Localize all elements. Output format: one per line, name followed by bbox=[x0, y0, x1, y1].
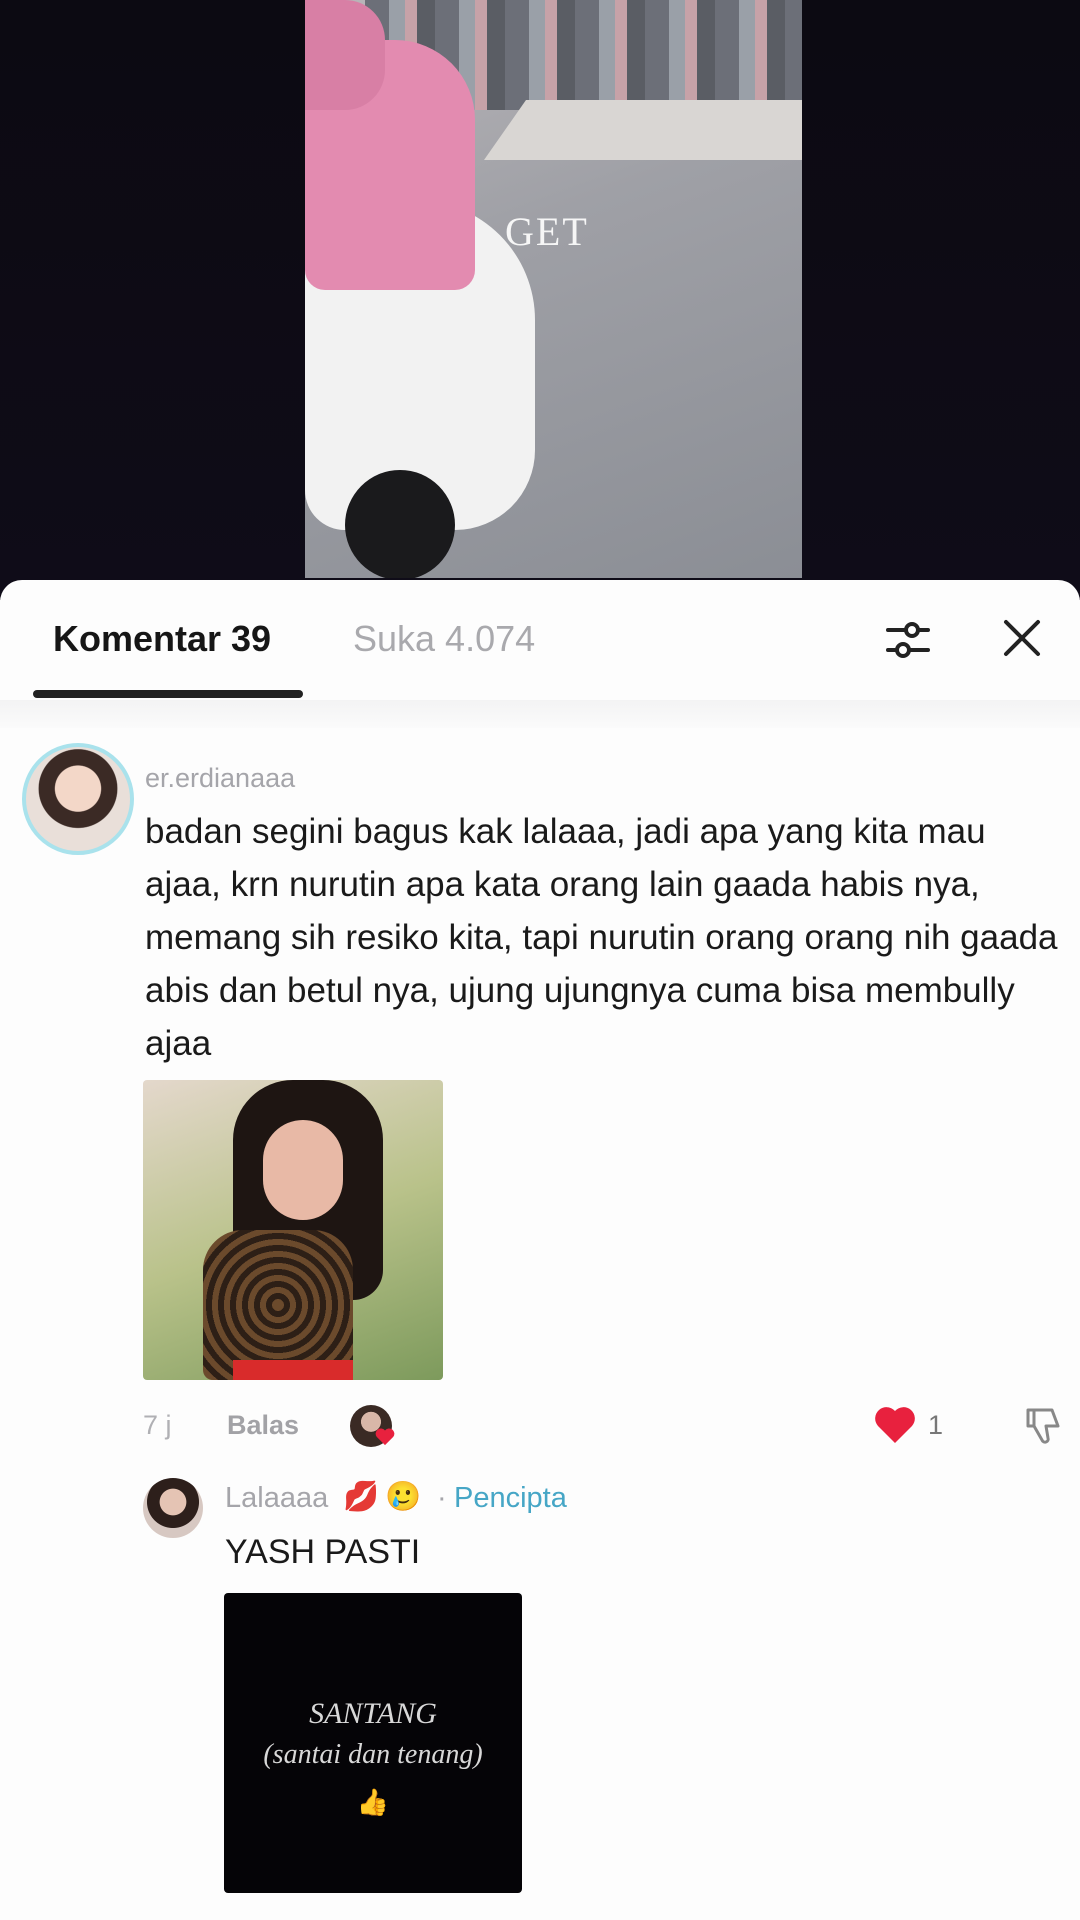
comment-time: 7 j bbox=[143, 1410, 172, 1440]
tab-comments[interactable]: Komentar 39 bbox=[53, 618, 271, 660]
video-overlay-text: GET bbox=[505, 209, 589, 254]
like-count: 1 bbox=[928, 1410, 944, 1440]
creator-heart-icon bbox=[375, 1428, 395, 1446]
reply-text: YASH PASTI bbox=[225, 1533, 421, 1571]
comment-username[interactable]: er.erdianaaa bbox=[145, 763, 295, 794]
comment-image[interactable] bbox=[143, 1080, 443, 1380]
comment-text: badan segini bagus kak lalaaa, jadi apa … bbox=[145, 812, 1058, 1063]
reply-separator: · bbox=[437, 1482, 447, 1514]
reply-image[interactable]: SANTANG (santai dan tenang) 👍 bbox=[224, 1593, 522, 1893]
filter-icon[interactable] bbox=[886, 616, 930, 664]
avatar[interactable] bbox=[22, 743, 134, 855]
reply-emoji-tear: 🥲 bbox=[385, 1481, 422, 1513]
image-dress bbox=[203, 1230, 353, 1380]
reply-button[interactable]: Balas bbox=[227, 1410, 299, 1441]
creator-badge: Pencipta bbox=[454, 1482, 567, 1514]
video-scene-hood bbox=[305, 0, 385, 110]
video-scene-wheel bbox=[345, 470, 455, 578]
dislike-icon[interactable] bbox=[1022, 1404, 1064, 1446]
reply-username[interactable]: Lalaaaa bbox=[225, 1482, 328, 1515]
video-background: GET bbox=[0, 0, 1080, 600]
reply-image-title: SANTANG bbox=[309, 1697, 437, 1730]
video-player[interactable]: GET bbox=[305, 0, 802, 578]
heart-icon[interactable] bbox=[873, 1405, 917, 1445]
sheet-divider bbox=[0, 700, 1080, 728]
tab-likes[interactable]: Suka 4.074 bbox=[353, 618, 535, 660]
reply-avatar[interactable] bbox=[143, 1478, 203, 1538]
comments-tab-bar: Komentar 39 Suka 4.074 bbox=[0, 580, 1080, 700]
thumbs-up-icon: 👍 bbox=[356, 1787, 390, 1817]
reply-emoji-kiss: 💋 bbox=[343, 1481, 380, 1513]
video-scene-curb bbox=[483, 100, 802, 160]
image-face bbox=[263, 1120, 343, 1220]
reply-image-subtitle: (santai dan tenang) bbox=[263, 1739, 483, 1770]
tab-underline bbox=[33, 690, 303, 698]
close-icon[interactable] bbox=[1000, 616, 1044, 660]
image-skirt bbox=[233, 1360, 353, 1380]
